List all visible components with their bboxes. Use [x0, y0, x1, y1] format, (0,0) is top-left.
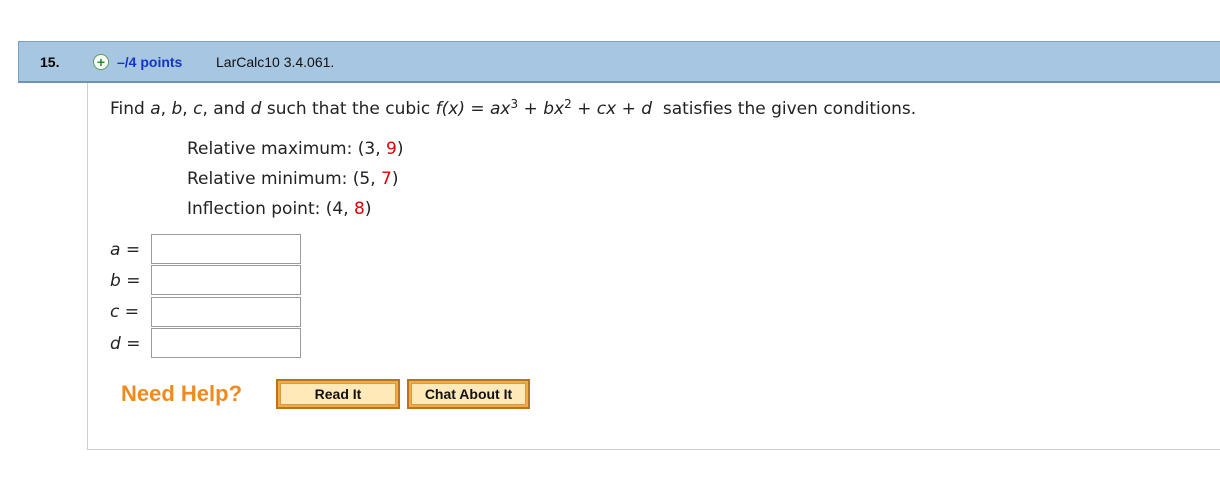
question-source: LarCalc10 3.4.061.: [216, 54, 335, 70]
condition-inflection-point: Inflection point: (4, 8): [187, 199, 372, 219]
need-help-label: Need Help?: [121, 381, 243, 406]
chat-about-it-label: Chat About It: [411, 383, 526, 405]
answer-c-input[interactable]: [151, 297, 301, 327]
answer-b-label: b =: [110, 271, 141, 291]
condition-relative-minimum: Relative minimum: (5, 7): [187, 169, 399, 189]
read-it-button[interactable]: Read It: [276, 379, 400, 409]
answer-d-label: d =: [110, 334, 141, 354]
answer-c-label: c =: [110, 302, 140, 322]
read-it-label: Read It: [280, 383, 396, 405]
question-header: 15. + –/4 points LarCalc10 3.4.061.: [18, 41, 1220, 83]
condition-value: 9: [386, 139, 397, 159]
chat-about-it-button[interactable]: Chat About It: [407, 379, 530, 409]
answer-a-label: a =: [110, 240, 141, 260]
expand-plus-icon[interactable]: +: [93, 54, 109, 70]
answer-b-input[interactable]: [151, 265, 301, 295]
condition-relative-maximum: Relative maximum: (3, 9): [187, 139, 404, 159]
points-label[interactable]: –/4 points: [117, 54, 182, 70]
answer-a-input[interactable]: [151, 234, 301, 264]
question-prompt: Find a, b, c, and d such that the cubic …: [110, 97, 917, 119]
condition-value: 7: [381, 169, 392, 189]
question-number: 15.: [40, 54, 60, 70]
answer-d-input[interactable]: [151, 328, 301, 358]
condition-value: 8: [354, 199, 365, 219]
